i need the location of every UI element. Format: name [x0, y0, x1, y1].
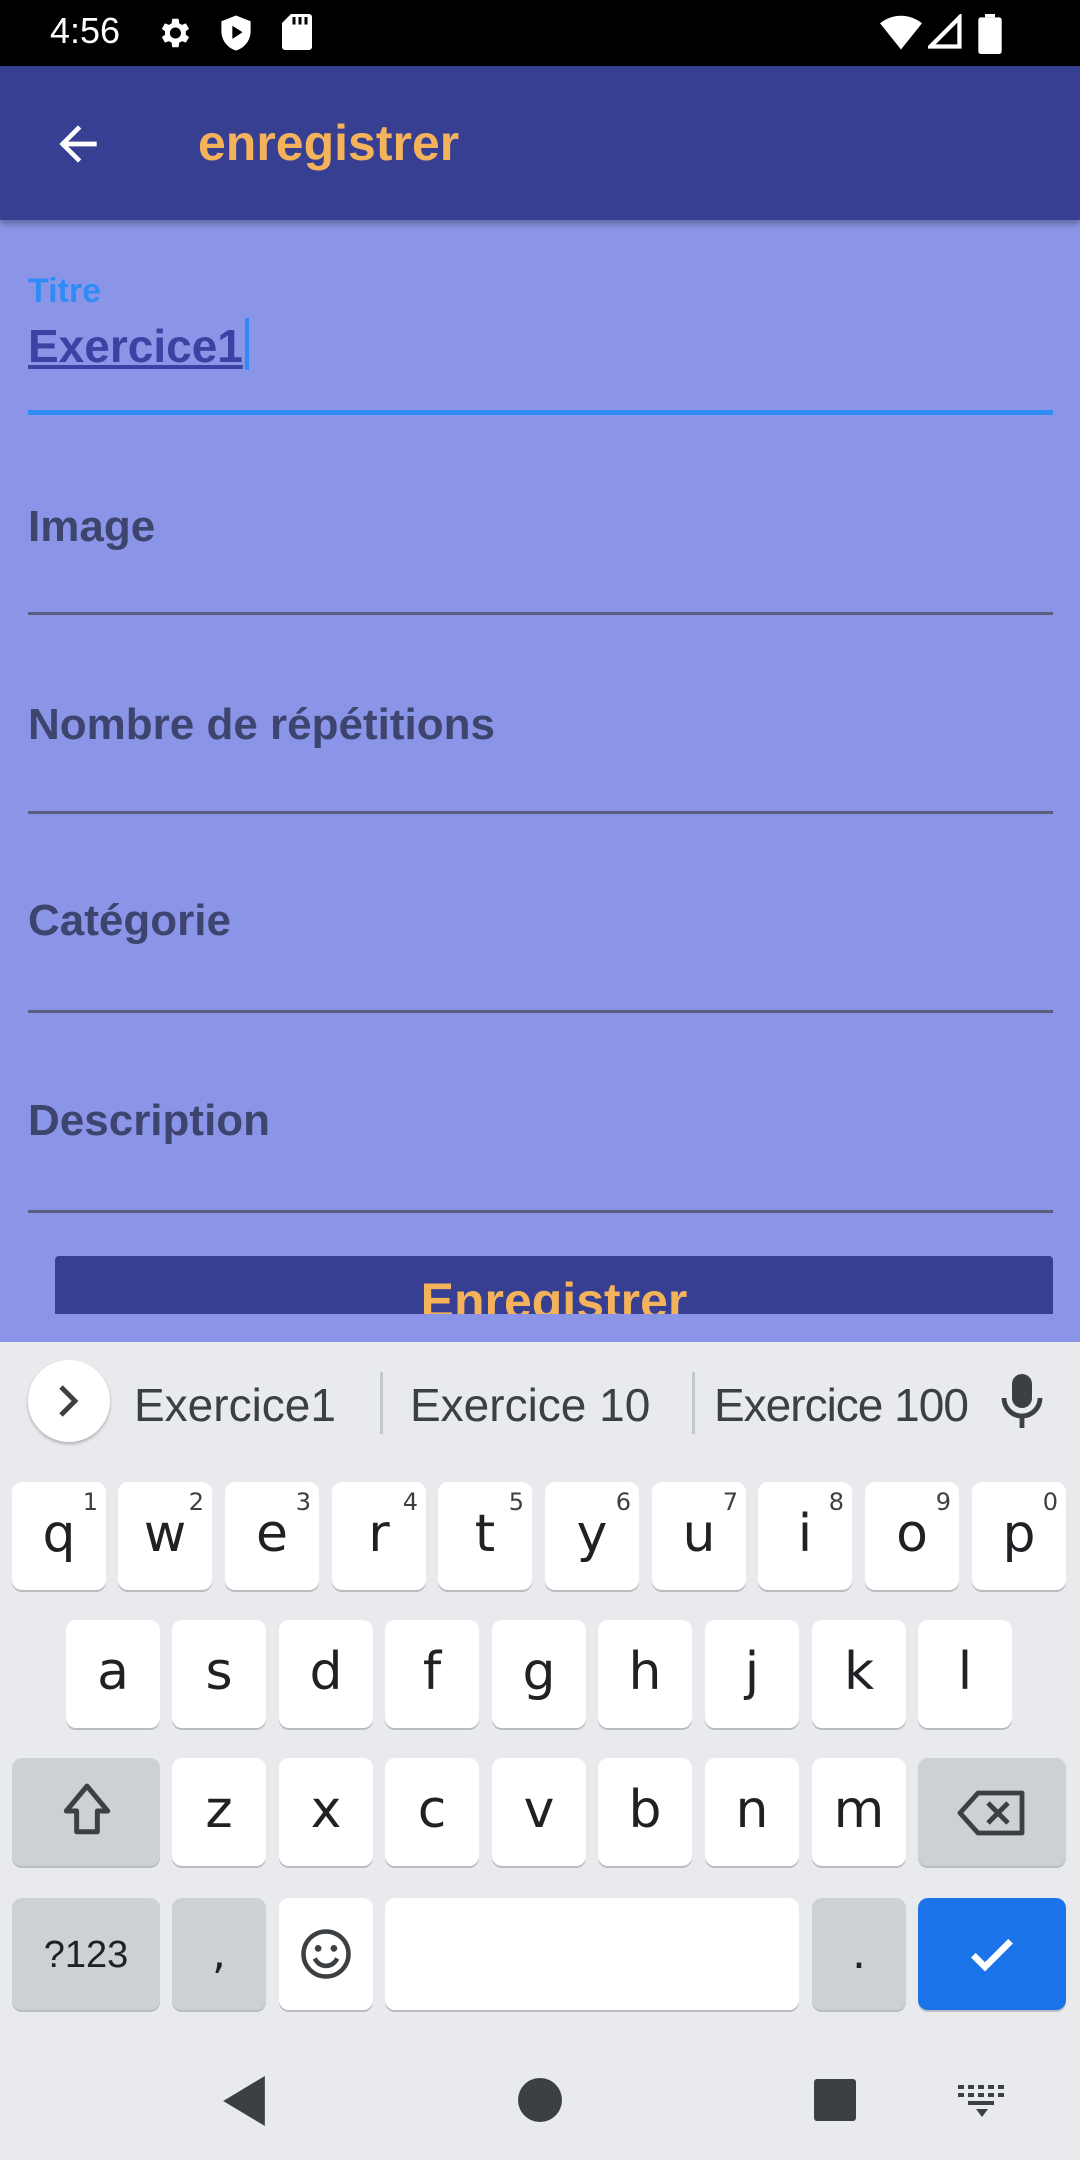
key-w[interactable]: w2	[118, 1482, 212, 1590]
image-field[interactable]: Image	[28, 496, 1053, 616]
key-r[interactable]: r4	[332, 1482, 426, 1590]
key-a[interactable]: a	[66, 1620, 160, 1728]
symbols-key[interactable]: ?123	[12, 1898, 160, 2010]
title-field[interactable]: Titre Exercice1	[28, 272, 1053, 420]
key-y[interactable]: y6	[545, 1482, 639, 1590]
wifi-icon	[880, 15, 922, 50]
description-field-underline	[28, 1210, 1053, 1213]
category-field-underline	[28, 1010, 1053, 1013]
category-field[interactable]: Catégorie	[28, 896, 1053, 1016]
key-d[interactable]: d	[279, 1620, 373, 1728]
suggestion-divider	[380, 1372, 383, 1434]
repetitions-field[interactable]: Nombre de répétitions	[28, 696, 1053, 816]
suggestion-expand-button[interactable]	[28, 1360, 110, 1442]
key-t[interactable]: t5	[438, 1482, 532, 1590]
save-button-label: Enregistrer	[420, 1273, 688, 1314]
suggestion-1[interactable]: Exercice1	[134, 1378, 336, 1432]
soft-keyboard: Exercice1 Exercice 10 Exercice 100 q1 w2…	[0, 1342, 1080, 2160]
home-circle-icon[interactable]	[518, 2078, 562, 2122]
key-m[interactable]: m	[812, 1758, 906, 1866]
page-title: enregistrer	[198, 115, 460, 171]
checkmark-icon	[971, 1938, 1013, 1972]
key-z[interactable]: z	[172, 1758, 266, 1866]
text-cursor	[244, 318, 249, 370]
key-x[interactable]: x	[279, 1758, 373, 1866]
repetitions-field-underline	[28, 811, 1053, 814]
key-n[interactable]: n	[705, 1758, 799, 1866]
settings-icon	[161, 18, 190, 48]
key-i[interactable]: i8	[758, 1482, 852, 1590]
signal-icon	[928, 14, 962, 49]
shift-key[interactable]	[12, 1758, 160, 1866]
key-j[interactable]: j	[705, 1620, 799, 1728]
microphone-icon[interactable]	[998, 1372, 1046, 1432]
key-k[interactable]: k	[812, 1620, 906, 1728]
key-u[interactable]: u7	[652, 1482, 746, 1590]
save-button[interactable]: Enregistrer	[55, 1256, 1053, 1314]
arrow-back-icon[interactable]	[50, 116, 106, 172]
space-bar[interactable]	[385, 1898, 799, 2010]
title-field-value[interactable]: Exercice1	[28, 318, 249, 373]
key-g[interactable]: g	[492, 1620, 586, 1728]
back-triangle-icon[interactable]	[222, 2076, 266, 2126]
period-key[interactable]: .	[812, 1898, 906, 2010]
comma-key[interactable]: ,	[172, 1898, 266, 2010]
image-field-underline	[28, 612, 1053, 615]
key-f[interactable]: f	[385, 1620, 479, 1728]
backspace-key[interactable]	[918, 1758, 1066, 1866]
key-c[interactable]: c	[385, 1758, 479, 1866]
play-protect-icon	[221, 15, 251, 51]
suggestion-2[interactable]: Exercice 10	[410, 1378, 650, 1432]
navigation-bar	[0, 2040, 1080, 2160]
description-field-hint: Description	[28, 1096, 271, 1145]
repetitions-field-hint: Nombre de répétitions	[28, 700, 495, 749]
title-field-label: Titre	[28, 272, 102, 310]
suggestion-3[interactable]: Exercice 100	[714, 1378, 969, 1432]
key-q[interactable]: q1	[12, 1482, 106, 1590]
app-bar: enregistrer	[0, 66, 1080, 220]
emoji-key[interactable]	[279, 1898, 373, 2010]
description-field[interactable]: Description	[28, 1096, 1053, 1216]
image-field-hint: Image	[28, 502, 156, 551]
key-l[interactable]: l	[918, 1620, 1012, 1728]
battery-icon	[978, 14, 1002, 54]
status-time: 4:56	[50, 10, 121, 51]
shift-icon	[63, 1783, 111, 1835]
keyboard-switch-icon[interactable]	[958, 2084, 1006, 2118]
chevron-right-icon	[59, 1385, 79, 1417]
key-h[interactable]: h	[598, 1620, 692, 1728]
key-e[interactable]: e3	[225, 1482, 319, 1590]
title-field-underline	[28, 410, 1053, 415]
key-s[interactable]: s	[172, 1620, 266, 1728]
key-b[interactable]: b	[598, 1758, 692, 1866]
sd-card-icon	[282, 14, 312, 50]
enter-key[interactable]	[918, 1898, 1066, 2010]
suggestion-divider	[692, 1372, 695, 1434]
backspace-icon	[957, 1790, 1025, 1836]
status-bar: 4:56	[0, 0, 1080, 66]
category-field-hint: Catégorie	[28, 896, 231, 945]
emoji-icon	[301, 1929, 351, 1979]
key-v[interactable]: v	[492, 1758, 586, 1866]
key-o[interactable]: o9	[865, 1482, 959, 1590]
recents-square-icon[interactable]	[814, 2079, 856, 2121]
key-p[interactable]: p0	[972, 1482, 1066, 1590]
